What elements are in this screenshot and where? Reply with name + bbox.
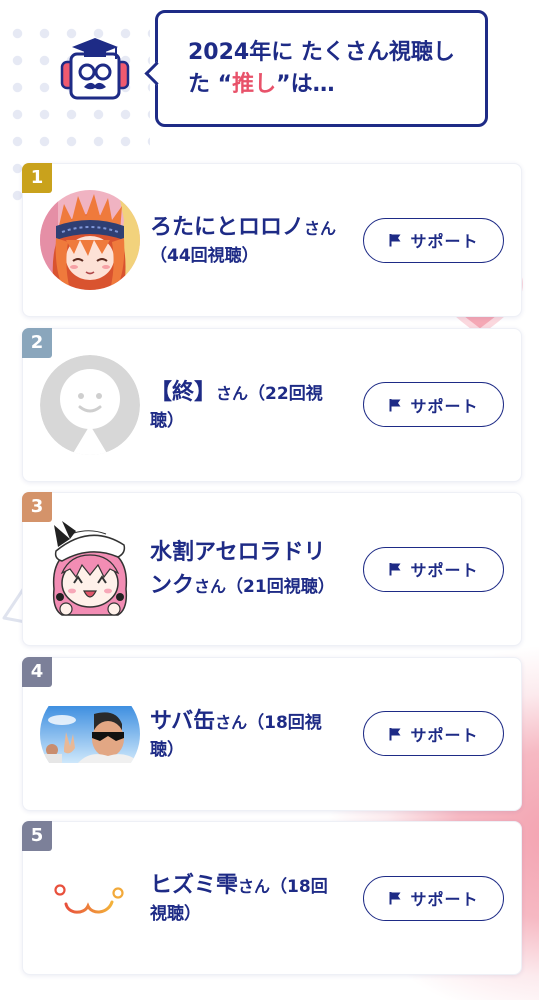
creator-name[interactable]: ろたにとロロノ (150, 215, 304, 240)
support-button-label: サポート (410, 396, 479, 416)
creator-info: サバ缶さん（18回視聴） (150, 704, 338, 763)
honorific: さん (238, 876, 271, 896)
bubble-line-1: 2024年に たくさん視聴し (188, 39, 455, 65)
creator-avatar[interactable] (40, 354, 140, 455)
flag-icon (388, 727, 402, 741)
flag-icon (388, 398, 402, 412)
ranking-card: 1 ろたにとロロノさん（44回視聴） サポート (22, 163, 522, 317)
creator-name[interactable]: サバ缶 (150, 708, 215, 733)
support-button-label: サポート (410, 232, 479, 251)
photo-avatar (40, 705, 140, 763)
support-button-label: サポート (410, 561, 479, 580)
rank-badge: 1 (22, 163, 52, 193)
emoticon-face-avatar (54, 884, 124, 914)
bubble-line-2: た “推し”は… (188, 69, 485, 101)
creator-avatar[interactable] (40, 519, 140, 619)
speech-bubble: 2024年に たくさん視聴し た “推し”は… (144, 10, 488, 127)
support-button-label: サポート (410, 725, 479, 745)
ranking-list: 1 ろたにとロロノさん（44回視聴） サポート 2 【終】さん（22回視聴） サ… (22, 163, 522, 975)
creator-info: 水割アセロラドリンクさん（21回視聴） (150, 536, 338, 602)
rank-badge: 4 (22, 656, 52, 687)
rank-badge: 2 (22, 327, 52, 358)
rank-badge: 5 (22, 821, 52, 851)
creator-avatar[interactable] (40, 190, 140, 290)
creator-avatar[interactable] (40, 848, 140, 948)
ranking-card: 2 【終】さん（22回視聴） サポート (22, 327, 522, 482)
creator-info: 【終】さん（22回視聴） (150, 375, 338, 434)
ranking-card: 3 水割アセロラドリンクさん（21回視聴） サポート (22, 492, 522, 646)
support-button-label: サポート (410, 890, 479, 909)
creator-name[interactable]: 【終】 (150, 379, 216, 404)
honorific: さん (194, 577, 227, 596)
honorific: さん (215, 712, 248, 732)
creator-avatar[interactable] (40, 684, 140, 784)
support-button[interactable]: サポート (363, 546, 504, 592)
honorific: さん (304, 218, 337, 238)
bubble-text-after: ”は… (276, 71, 335, 97)
support-button[interactable]: サポート (363, 382, 504, 427)
support-button[interactable]: サポート (363, 217, 504, 263)
support-button[interactable]: サポート (363, 875, 504, 921)
ranking-card: 5 ヒズミ雫さん（18回視聴） サポート (22, 821, 522, 975)
support-button[interactable]: サポート (363, 711, 504, 756)
chibi-girl-avatar (52, 521, 128, 616)
bubble-text-before: た “ (188, 71, 233, 97)
oshi-highlight: 推し (232, 71, 277, 97)
view-count: （44回視聴） (150, 245, 259, 266)
flag-icon (388, 233, 402, 247)
oshi-ranking-page: 2024年に たくさん視聴し た “推し”は… 1 ろたにとロロノさん（44回視… (0, 0, 539, 1000)
flag-icon (388, 891, 402, 905)
robot-mascot-icon (60, 38, 130, 100)
rank-badge: 3 (22, 492, 52, 522)
flag-icon (388, 562, 402, 576)
ranking-card: 4 サバ缶さん（18回視聴） サポート (22, 656, 522, 811)
anime-girl-avatar (40, 190, 140, 290)
creator-info: ヒズミ雫さん（18回視聴） (150, 869, 338, 928)
honorific: さん (216, 383, 249, 403)
creator-info: ろたにとロロノさん （44回視聴） (150, 211, 338, 270)
creator-name[interactable]: ヒズミ雫 (150, 873, 238, 898)
view-count: （21回視聴） (226, 577, 335, 597)
default-user-avatar (40, 354, 140, 455)
